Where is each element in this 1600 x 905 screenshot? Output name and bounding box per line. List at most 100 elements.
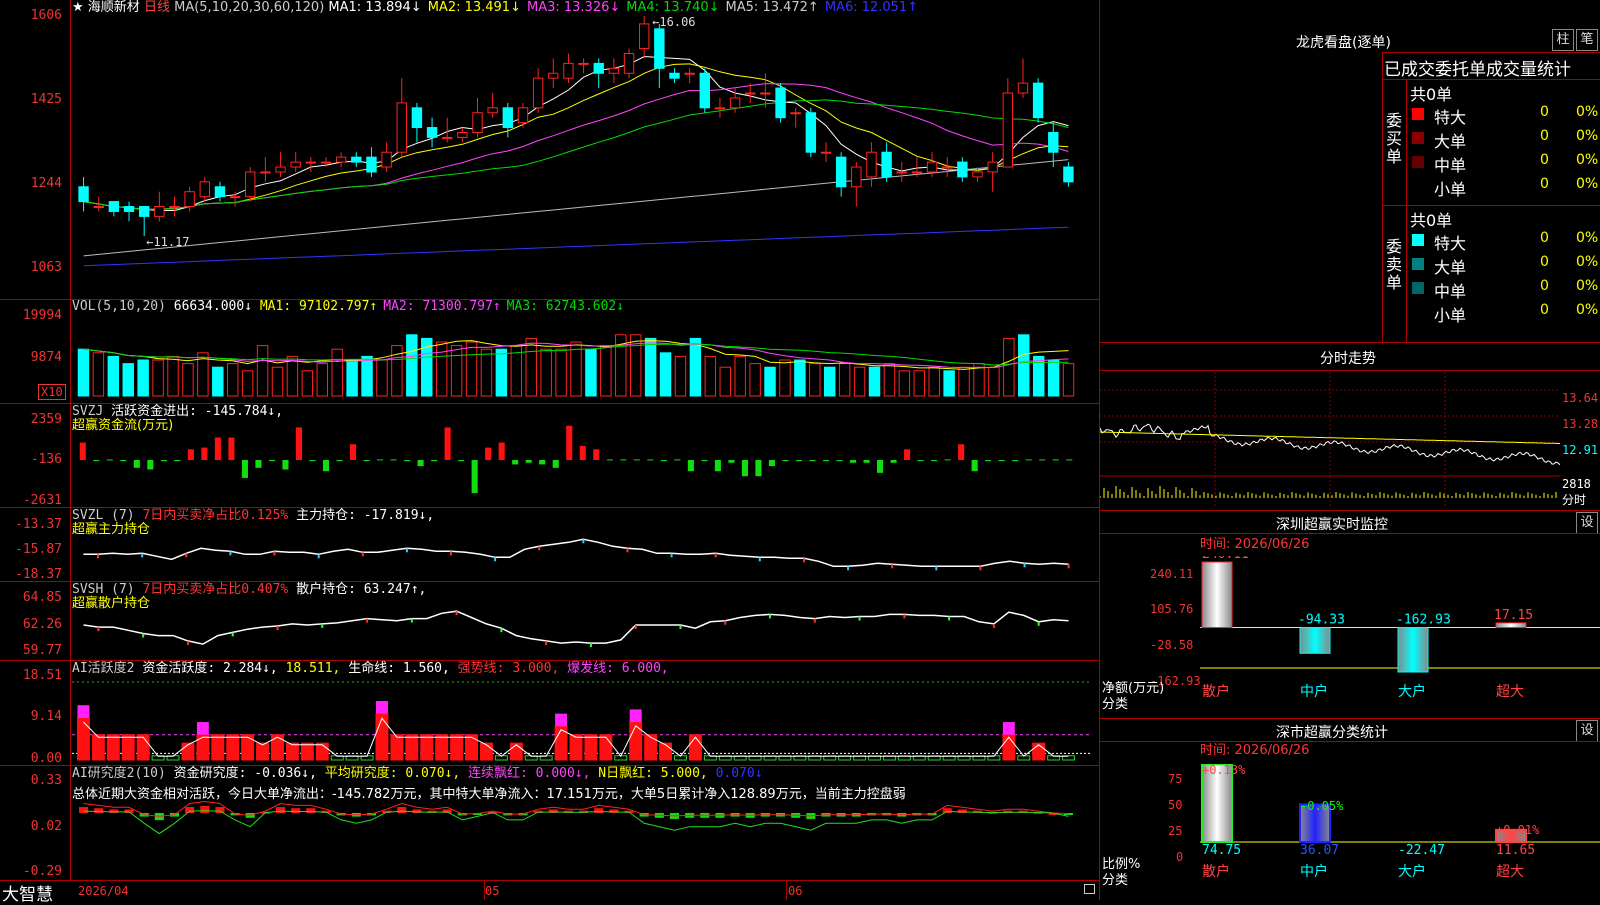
tab-volume[interactable]: 成交量统计 xyxy=(1486,60,1571,80)
ss-top-label: +0.13% xyxy=(1202,764,1246,777)
candle xyxy=(608,67,620,74)
candle xyxy=(775,87,786,119)
row-pct: 0% xyxy=(1576,104,1599,120)
ss-top-label: +0.01% xyxy=(1496,823,1540,837)
candle xyxy=(972,171,983,178)
intraday-chart[interactable] xyxy=(1100,372,1560,508)
svzj-bar xyxy=(512,460,519,465)
tab-orders[interactable]: 委托单 xyxy=(1435,60,1486,80)
ai1-bar xyxy=(315,742,329,761)
ss-top-label: -0.05% xyxy=(1300,799,1344,813)
vol-bar xyxy=(958,366,970,397)
svzj-bar xyxy=(268,460,275,462)
ai1-bar xyxy=(226,734,240,761)
sz-date: 时间: 2026/06/26 xyxy=(1200,537,1310,552)
candle xyxy=(532,77,544,109)
sz-y-2: 105.76 xyxy=(1150,602,1194,616)
svsh-svg-line xyxy=(83,610,1069,645)
svzl-chart[interactable] xyxy=(72,524,1098,580)
vol-bar xyxy=(689,337,702,397)
ai1-bar xyxy=(599,734,613,761)
svzj-bar xyxy=(417,460,424,467)
lock-icon[interactable] xyxy=(1084,884,1095,894)
row-amount: 0 xyxy=(1540,254,1549,270)
vol-bar xyxy=(256,345,269,397)
svzj-bar xyxy=(795,460,803,462)
buy-total: 共0单 xyxy=(1410,85,1453,104)
svzj-bar xyxy=(377,459,384,461)
vol-bar xyxy=(1018,334,1030,397)
sz-title: 深圳超赢实时监控 xyxy=(1276,517,1388,533)
svzl-header: SVZL (7) 7日内买卖净占比0.125% 主力持仓: -17.819↓, xyxy=(72,508,435,523)
kline-header: ★ 海顺新材 日线 MA(5,10,20,30,60,120) MA1: 13.… xyxy=(72,1,924,15)
candle xyxy=(548,72,559,79)
svzj-bar xyxy=(985,460,992,462)
order-row: 大单 0 0% xyxy=(1410,128,1600,152)
vol-bar xyxy=(644,337,657,397)
ai2-chart[interactable] xyxy=(72,800,1098,878)
row-label: 小单 xyxy=(1434,306,1467,325)
ss-stat-chart[interactable]: 74.75 散户 36.07 中户 -22.47 大户 11.65 超大 +0.13% -0.05… xyxy=(1200,764,1600,900)
svzj-bar xyxy=(714,460,721,472)
ss-bottom-label: 11.65 xyxy=(1496,843,1535,858)
ai1-bar xyxy=(584,734,598,761)
ai1-bar xyxy=(76,717,90,761)
row-color-icon xyxy=(1412,156,1424,168)
svzj-bar xyxy=(917,460,924,462)
ai1-bar xyxy=(300,742,314,761)
buy-rows: 特大 0 0% 大单 0 0% 中单 0 0% 小单 0 0% xyxy=(1410,104,1600,200)
svzj-bar xyxy=(998,460,1005,462)
ai2-bar xyxy=(200,805,210,813)
vol-bar xyxy=(167,355,179,397)
svzj-bar xyxy=(958,444,965,460)
ma-line-1 xyxy=(83,63,1069,211)
kline-chart[interactable]: ←16.06 ←11.17 xyxy=(72,14,1098,298)
low-label: ←11.17 xyxy=(146,235,189,249)
ss-settings-button[interactable]: 设 xyxy=(1576,720,1598,742)
row-amount: 0 xyxy=(1540,176,1549,192)
tick-mode-button[interactable]: 笔 xyxy=(1576,29,1598,51)
candle xyxy=(654,28,665,69)
sz-monitor-chart[interactable]: 240.11 散户 -94.33 中户 -162.93 大户 17.15 超大 xyxy=(1200,556,1600,716)
candle xyxy=(896,171,907,174)
svzj-bar xyxy=(539,460,546,465)
ss-y-4: 0 xyxy=(1176,850,1184,864)
bar-mode-button[interactable]: 柱 xyxy=(1552,29,1574,51)
candle xyxy=(229,196,241,199)
svzj-bar xyxy=(552,460,559,468)
svzj-chart[interactable] xyxy=(72,418,1098,506)
order-row: 小单 0 0% xyxy=(1410,176,1600,200)
ma-item-2: MA3: 62743.602↓ xyxy=(506,299,625,314)
vol-bar xyxy=(286,355,299,397)
vol-bar xyxy=(824,366,836,397)
sz-settings-button[interactable]: 设 xyxy=(1576,512,1598,534)
main-chart-area[interactable]: ★ 海顺新材 日线 MA(5,10,20,30,60,120) MA1: 13.… xyxy=(0,0,1100,905)
candle xyxy=(154,206,165,217)
ma-item-1: MA2: 13.491↓ xyxy=(427,0,521,15)
ai1-chart[interactable] xyxy=(72,676,1098,764)
volume-chart[interactable] xyxy=(72,316,1098,402)
svzj-bar xyxy=(295,427,303,460)
vol-bar xyxy=(555,348,567,397)
candle xyxy=(214,186,226,198)
candle xyxy=(1017,82,1029,94)
candle xyxy=(320,161,332,164)
ss-bottom-label: 36.07 xyxy=(1300,843,1339,858)
ai2-y-1: 0.33 xyxy=(30,773,62,788)
lhb-tabs[interactable]: 已成交委托单成交量统计 xyxy=(1384,55,1571,80)
svsh-chart[interactable] xyxy=(72,598,1098,658)
ma-line-5 xyxy=(83,226,1069,267)
tab-done[interactable]: 已成交 xyxy=(1384,60,1435,80)
row-label: 大单 xyxy=(1434,132,1467,151)
ai1-bar xyxy=(390,734,404,761)
vol-bar xyxy=(346,359,358,397)
ai1-magenta xyxy=(196,722,209,735)
order-row: 中单 0 0% xyxy=(1410,152,1600,176)
vol-bar xyxy=(659,352,672,397)
svzj-bar xyxy=(741,460,748,477)
fs-y-3: 12.91 xyxy=(1562,443,1599,457)
candle xyxy=(1063,166,1074,183)
candle xyxy=(381,151,392,168)
vol-bar xyxy=(525,337,537,397)
row-pct: 0% xyxy=(1576,302,1599,318)
